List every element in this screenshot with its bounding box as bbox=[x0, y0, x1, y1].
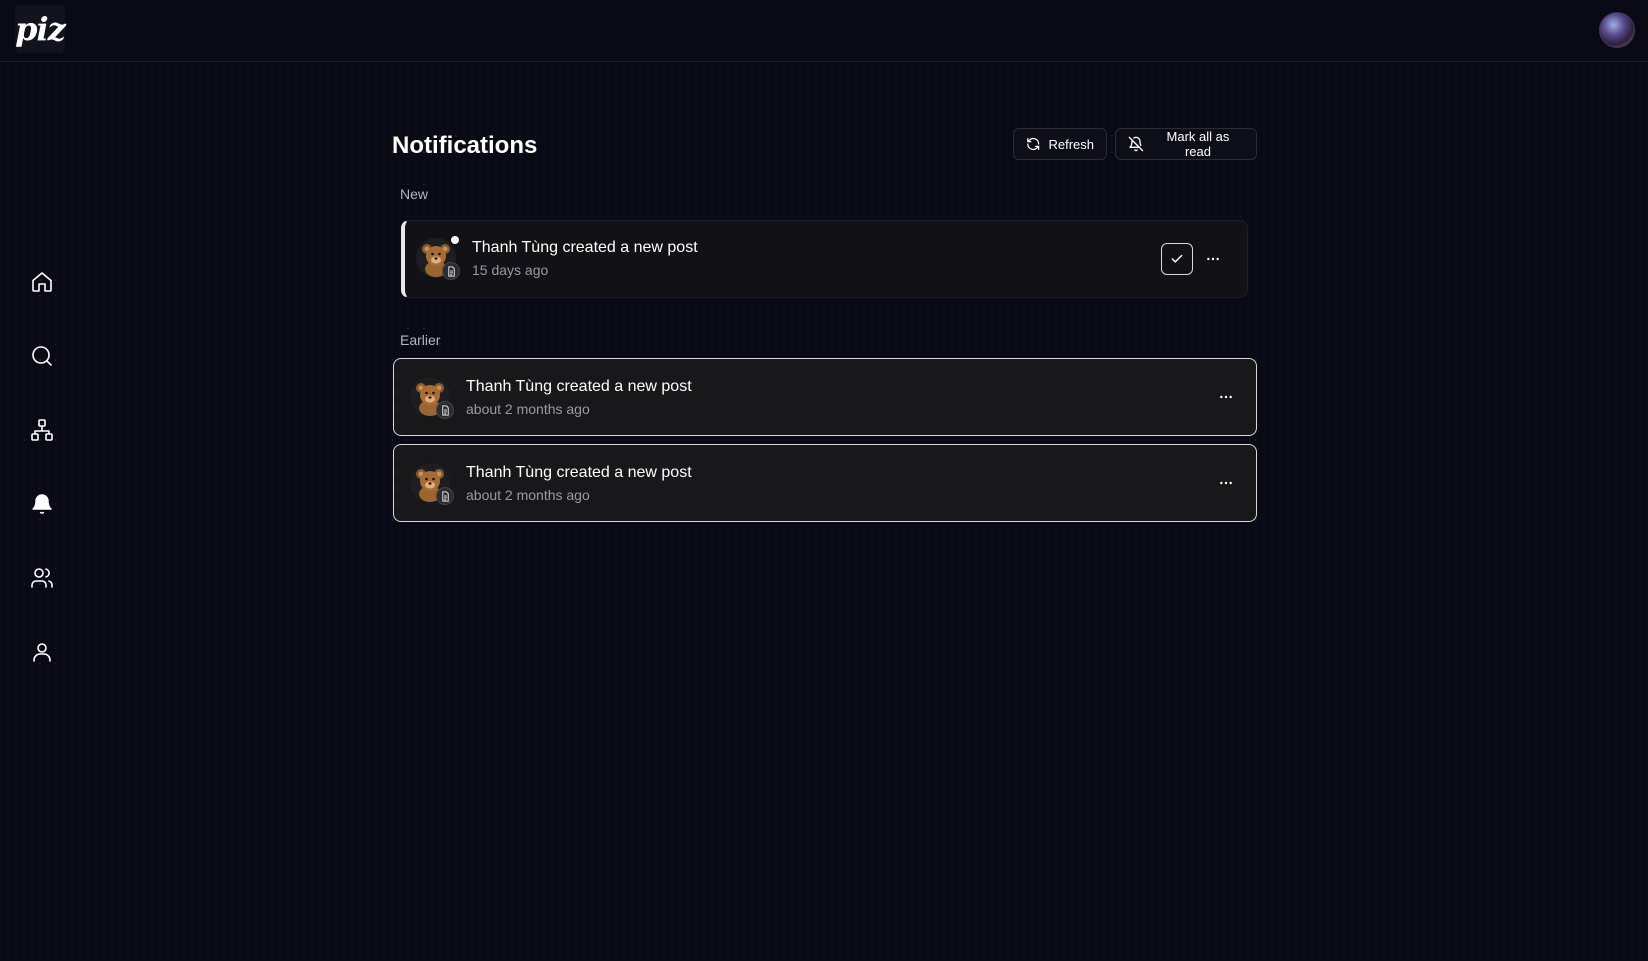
more-options-button[interactable] bbox=[1210, 381, 1242, 413]
more-horizontal-icon bbox=[1220, 395, 1232, 399]
notification-content: Thanh Tùng created a new post about 2 mo… bbox=[466, 463, 692, 505]
user-icon bbox=[33, 643, 51, 662]
bell-icon bbox=[32, 494, 52, 514]
check-icon bbox=[1171, 254, 1183, 263]
users-icon bbox=[31, 568, 53, 588]
more-options-button[interactable] bbox=[1197, 243, 1229, 275]
sidebar-item-people[interactable] bbox=[22, 558, 62, 598]
notification-title: Thanh Tùng created a new post bbox=[472, 239, 698, 256]
notification-time: about 2 months ago bbox=[466, 487, 590, 503]
notification-item[interactable]: Thanh Tùng created a new post about 2 mo… bbox=[393, 358, 1257, 436]
sidebar-item-home[interactable] bbox=[22, 262, 62, 302]
top-bar: piz bbox=[0, 0, 1648, 62]
sidebar-item-network[interactable] bbox=[22, 410, 62, 450]
notification-item[interactable]: Thanh Tùng created a new post 15 days ag… bbox=[401, 220, 1248, 298]
post-badge bbox=[436, 401, 454, 419]
notification-time: about 2 months ago bbox=[466, 401, 590, 417]
sidebar-item-search[interactable] bbox=[22, 336, 62, 376]
document-icon bbox=[441, 404, 449, 416]
unread-indicator bbox=[451, 236, 459, 244]
more-horizontal-icon bbox=[1207, 257, 1219, 261]
sidebar-item-notifications[interactable] bbox=[22, 484, 62, 524]
refresh-button[interactable]: Refresh bbox=[1013, 128, 1107, 160]
refresh-icon bbox=[1027, 137, 1040, 151]
avatar bbox=[410, 377, 454, 419]
more-options-button[interactable] bbox=[1210, 467, 1242, 499]
avatar bbox=[416, 238, 460, 280]
notification-title: Thanh Tùng created a new post bbox=[466, 378, 692, 395]
section-label-earlier: Earlier bbox=[400, 332, 441, 348]
notification-content: Thanh Tùng created a new post about 2 mo… bbox=[466, 377, 692, 419]
section-label-new: New bbox=[400, 186, 429, 202]
post-badge bbox=[442, 262, 460, 280]
post-badge bbox=[436, 487, 454, 505]
more-horizontal-icon bbox=[1220, 481, 1232, 485]
user-avatar[interactable] bbox=[1599, 12, 1635, 48]
notification-content: Thanh Tùng created a new post 15 days ag… bbox=[472, 238, 698, 280]
notification-time: 15 days ago bbox=[472, 262, 549, 278]
notification-item[interactable]: Thanh Tùng created a new post about 2 mo… bbox=[393, 444, 1257, 522]
mark-read-button[interactable] bbox=[1161, 243, 1193, 275]
network-icon bbox=[31, 419, 53, 441]
bell-off-icon bbox=[1128, 136, 1144, 152]
refresh-label: Refresh bbox=[1048, 136, 1094, 152]
document-icon bbox=[447, 265, 455, 277]
notification-title: Thanh Tùng created a new post bbox=[466, 464, 692, 481]
home-icon bbox=[32, 272, 52, 292]
avatar bbox=[410, 463, 454, 505]
mark-all-read-button[interactable]: Mark all as read bbox=[1115, 128, 1257, 160]
page-title: Notifications bbox=[392, 132, 538, 159]
mark-all-read-label: Mark all as read bbox=[1166, 129, 1230, 159]
search-icon bbox=[32, 346, 52, 366]
app-logo[interactable]: piz bbox=[15, 5, 66, 53]
document-icon bbox=[441, 490, 449, 502]
sidebar-item-profile[interactable] bbox=[22, 632, 62, 672]
